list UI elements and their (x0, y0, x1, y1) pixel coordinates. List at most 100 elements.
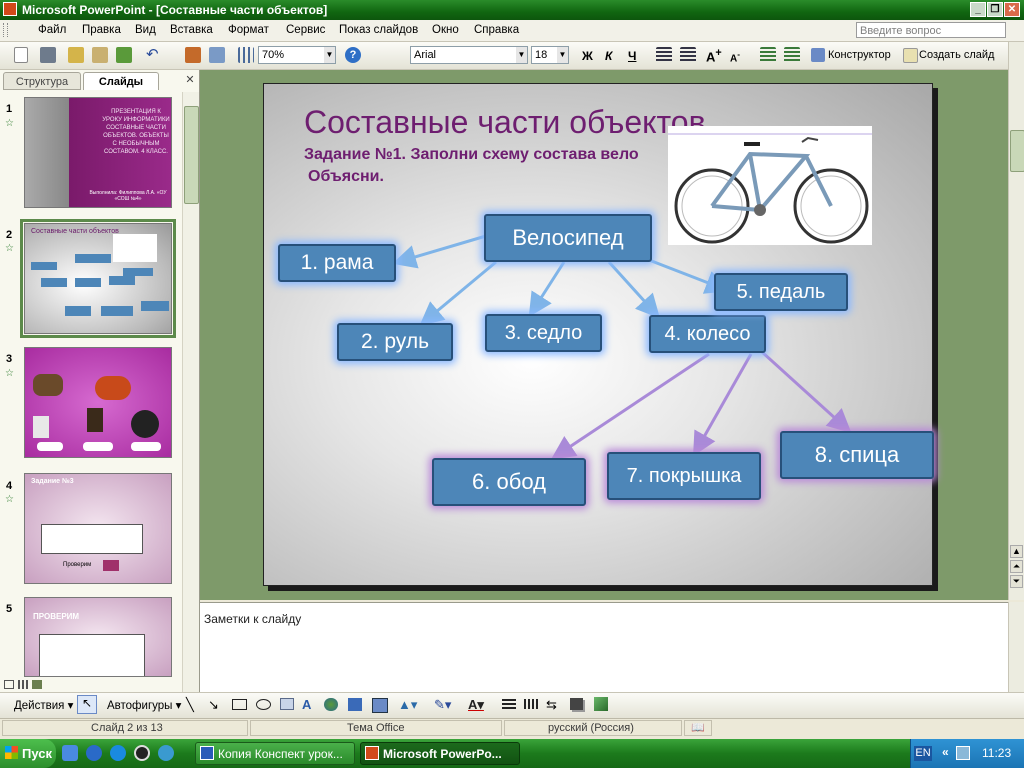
slide-thumbnail-3[interactable] (24, 347, 172, 458)
menu-slideshow[interactable]: Показ слайдов (339, 24, 418, 36)
menu-file[interactable]: Файл (38, 24, 66, 36)
autoshapes-menu[interactable]: Автофигуры ▾ (107, 698, 181, 712)
increase-indent-icon[interactable] (784, 47, 800, 63)
align-left-icon[interactable] (656, 47, 672, 63)
slide-sorter-icon[interactable] (18, 680, 28, 689)
arrow-style-icon[interactable]: ⇆ (546, 697, 557, 713)
node-wheel[interactable]: 4. колесо (649, 315, 766, 353)
dash-style-icon[interactable] (524, 699, 538, 709)
slide-thumbnail-5[interactable]: ПРОВЕРИМ (24, 597, 172, 677)
italic-button[interactable]: К (605, 49, 612, 63)
undo-icon[interactable]: ↶ (146, 47, 162, 63)
rectangle-tool-icon[interactable] (232, 699, 247, 710)
normal-view-icon[interactable] (4, 680, 14, 689)
slide-thumbnail-2[interactable]: Составные части объектов (24, 223, 172, 334)
line-style-icon[interactable] (502, 699, 516, 709)
notes-pane[interactable]: Заметки к слайду (200, 602, 1008, 693)
slideshow-icon[interactable] (32, 680, 42, 689)
language-status: русский (Россия) (504, 720, 682, 736)
tab-slides[interactable]: Слайды (83, 72, 159, 90)
textbox-tool-icon[interactable] (280, 698, 294, 710)
designer-button[interactable]: Конструктор (828, 49, 891, 61)
explorer-icon[interactable] (86, 745, 102, 761)
format-painter-icon[interactable] (116, 47, 132, 63)
internet-explorer-icon[interactable] (110, 745, 126, 761)
line-color-icon[interactable]: ✎▾ (434, 697, 451, 713)
node-tire[interactable]: 7. покрышка (607, 452, 761, 500)
menu-grip (3, 23, 8, 37)
menu-help[interactable]: Справка (474, 24, 519, 36)
notes-scrollbar[interactable] (1008, 602, 1024, 692)
menu-insert[interactable]: Вставка (170, 24, 213, 36)
restore-button[interactable]: ❐ (987, 2, 1003, 17)
actions-menu[interactable]: Действия ▾ (14, 698, 73, 712)
menu-window[interactable]: Окно (432, 24, 459, 36)
outlook-icon[interactable] (158, 745, 174, 761)
insert-chart-icon[interactable] (185, 47, 201, 63)
slide-thumbnail-1[interactable]: ПРЕЗЕНТАЦИЯ К УРОКУ ИНФОРМАТИКИ СОСТАВНЫ… (24, 97, 172, 208)
panel-scrollbar[interactable] (182, 92, 199, 692)
align-right-icon[interactable] (680, 47, 696, 63)
new-document-icon[interactable] (14, 47, 28, 63)
node-saddle[interactable]: 3. седло (485, 314, 602, 352)
shadow-style-icon[interactable] (570, 698, 583, 710)
media-player-icon[interactable] (134, 745, 150, 761)
bold-button[interactable]: Ж (582, 49, 593, 63)
scroll-up-icon[interactable]: ▲ (1010, 545, 1023, 558)
start-button[interactable]: Пуск (0, 739, 56, 768)
spellcheck-icon[interactable]: 📖 (684, 720, 712, 736)
node-bicycle[interactable]: Велосипед (484, 214, 652, 262)
grid-icon[interactable] (238, 47, 254, 63)
decrease-indent-icon[interactable] (760, 47, 776, 63)
node-pedal[interactable]: 5. педаль (714, 273, 848, 311)
select-pointer-icon[interactable]: ↖ (77, 695, 97, 714)
close-pane-icon[interactable]: ✕ (184, 74, 196, 86)
tray-expand-icon[interactable]: « (942, 745, 949, 759)
network-icon[interactable] (956, 746, 970, 760)
previous-slide-icon[interactable]: ⏶ (1010, 560, 1023, 573)
scrollbar-thumb[interactable] (184, 106, 199, 204)
fill-color-icon[interactable]: ▲▾ (398, 697, 417, 713)
font-color-icon[interactable]: A▾ (468, 697, 484, 713)
show-desktop-icon[interactable] (62, 745, 78, 761)
minimize-button[interactable]: _ (970, 2, 986, 17)
paste-icon[interactable] (68, 47, 84, 63)
language-indicator[interactable]: EN (914, 746, 932, 761)
font-size-combo[interactable]: 18 ▼ (531, 46, 569, 64)
clipart-icon[interactable] (348, 698, 362, 711)
next-slide-icon[interactable]: ⏷ (1010, 575, 1023, 588)
slide-scrollbar[interactable] (1008, 42, 1024, 600)
oval-tool-icon[interactable] (256, 699, 271, 710)
arrow-tool-icon[interactable]: ↘ (208, 697, 219, 713)
diagram-icon[interactable] (324, 698, 338, 711)
wordart-icon[interactable]: A (302, 697, 311, 712)
copy-icon[interactable] (92, 47, 108, 63)
zoom-combo[interactable]: 70% ▼ (258, 46, 336, 64)
3d-style-icon[interactable] (594, 697, 608, 711)
picture-icon[interactable] (372, 698, 388, 713)
menu-format[interactable]: Формат (228, 24, 269, 36)
insert-table-icon[interactable] (209, 47, 225, 63)
node-spoke[interactable]: 8. спица (780, 431, 934, 479)
node-frame[interactable]: 1. рама (278, 244, 396, 282)
close-button[interactable]: ✕ (1004, 2, 1020, 17)
new-slide-button[interactable]: Создать слайд (919, 49, 994, 61)
scrollbar-thumb[interactable] (1010, 130, 1024, 172)
underline-button[interactable]: Ч (628, 49, 636, 63)
task-word-document[interactable]: Копия Конспект урок... (195, 742, 355, 765)
ask-question-input[interactable]: Введите вопрос (856, 22, 1006, 38)
print-icon[interactable] (40, 47, 56, 63)
menu-view[interactable]: Вид (135, 24, 156, 36)
task-powerpoint[interactable]: Microsoft PowerPo... (360, 742, 520, 765)
slide-thumbnail-4[interactable]: Задание №3 Проверим (24, 473, 172, 584)
menu-edit[interactable]: Правка (82, 24, 121, 36)
tab-outline[interactable]: Структура (3, 72, 81, 90)
line-tool-icon[interactable]: ╲ (186, 697, 194, 713)
decrease-font-icon[interactable]: A- (730, 49, 740, 64)
menu-tools[interactable]: Сервис (286, 24, 325, 36)
help-icon[interactable]: ? (345, 47, 361, 63)
font-combo[interactable]: Arial ▼ (410, 46, 528, 64)
node-handlebar[interactable]: 2. руль (337, 323, 453, 361)
node-rim[interactable]: 6. обод (432, 458, 586, 506)
increase-font-icon[interactable]: A+ (706, 47, 722, 64)
